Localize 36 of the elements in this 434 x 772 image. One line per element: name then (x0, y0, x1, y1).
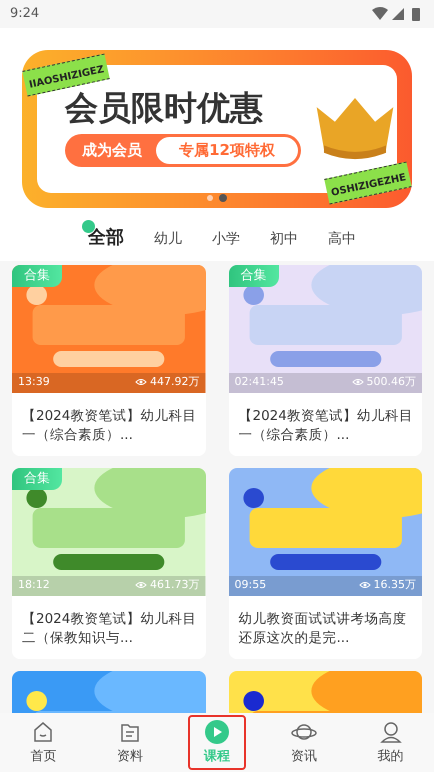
course-title: 【2024教资笔试】幼儿科目一（综合素质）... (22, 407, 198, 445)
nav-tab[interactable]: 我的 (364, 714, 418, 770)
play-icon (204, 718, 230, 745)
course-title: 【2024教资笔试】幼儿科目二（保教知识与... (22, 610, 198, 648)
video-duration: 09:55 (234, 576, 266, 592)
category-tab[interactable]: 高中 (326, 229, 358, 251)
view-count: 500.46万 (366, 374, 416, 390)
video-duration: 13:39 (18, 374, 50, 390)
view-count: 16.35万 (374, 576, 416, 592)
course-card[interactable]: 合集 13:39 447.92万 【2024教资笔试】幼儿科目一（综合素质）... (12, 265, 206, 456)
view-count: 447.92万 (150, 374, 200, 390)
collection-badge: 合集 (228, 265, 278, 286)
course-title: 【2024教资笔试】幼儿科目一（综合素质）... (238, 407, 414, 445)
course-card[interactable]: 合集 02:41:45 500.46万 【2024教资笔试】幼儿科目一（综合素质）... (228, 265, 422, 456)
course-title: 幼儿教资面试试讲考场高度还原这次的是完... (238, 610, 408, 648)
nav-tab[interactable]: 资讯 (276, 714, 331, 770)
eye-icon (135, 580, 147, 589)
collection-badge: 合集 (12, 468, 62, 490)
category-tab[interactable]: 小学 (210, 229, 242, 251)
category-tab[interactable]: 幼儿 (152, 229, 184, 251)
view-count: 461.73万 (150, 576, 200, 592)
category-tab[interactable]: 初中 (268, 229, 300, 251)
collection-badge: 合集 (12, 265, 62, 286)
nav-tab[interactable]: 首页 (16, 714, 70, 770)
status-time: 9:24 (10, 5, 40, 24)
banner-cta: 成为会员 (80, 140, 143, 162)
eye-icon (358, 580, 370, 589)
eye-icon (352, 378, 364, 386)
video-duration: 18:12 (18, 576, 50, 592)
nav-tab[interactable]: 资料 (103, 714, 158, 770)
video-duration: 02:41:45 (234, 374, 284, 390)
course-card[interactable]: 合集 18:12 461.73万 【2024教资笔试】幼儿科目二（保教知识与... (12, 468, 206, 659)
banner-perk: 专属12项特权 (156, 137, 298, 164)
eye-icon (135, 378, 147, 386)
course-card[interactable]: 09:55 16.35万 幼儿教资面试试讲考场高度还原这次的是完... (228, 468, 422, 659)
banner-title: 会员限时优惠 (65, 91, 264, 124)
